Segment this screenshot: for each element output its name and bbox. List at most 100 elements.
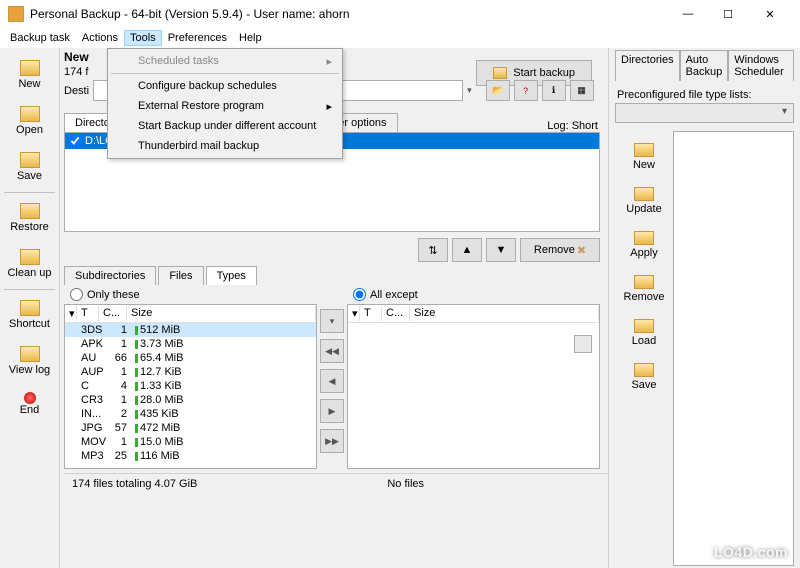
menu-bar: Backup task Actions Tools Preferences He… <box>0 28 800 48</box>
log-label[interactable]: Log: Short <box>547 120 598 132</box>
move-down-button[interactable]: ▼ <box>486 238 516 262</box>
rp-load-button[interactable]: Load <box>630 315 658 351</box>
dest-browse-button[interactable]: 📂 <box>486 80 510 101</box>
viewlog-button[interactable]: View log <box>2 339 57 383</box>
rtab-directories[interactable]: Directories <box>615 50 680 81</box>
list-header: ▾TC...Size <box>65 305 316 323</box>
type-row[interactable]: APK13.73 MiB <box>65 337 316 351</box>
end-icon <box>24 392 36 404</box>
type-row[interactable]: MOV115.0 MiB <box>65 435 316 449</box>
menu-actions[interactable]: Actions <box>76 30 124 46</box>
rp-update-button[interactable]: Update <box>624 183 663 219</box>
radio-label: All except <box>370 289 418 301</box>
submenu-arrow-icon: ▸ <box>326 100 332 113</box>
left-toolbar: New Open Save Restore Clean up Shortcut … <box>0 48 60 568</box>
menu-separator <box>111 73 339 74</box>
viewlog-icon <box>20 346 40 362</box>
mi-configure-schedules[interactable]: Configure backup schedules <box>110 76 340 96</box>
mi-start-backup-diff-account[interactable]: Start Backup under different account <box>110 116 340 136</box>
subtab-files[interactable]: Files <box>158 266 203 285</box>
menu-help[interactable]: Help <box>233 30 268 46</box>
close-button[interactable]: ✕ <box>748 0 792 28</box>
type-row[interactable]: MP325116 MiB <box>65 449 316 463</box>
menu-tools[interactable]: Tools <box>124 30 162 46</box>
separator <box>4 192 55 193</box>
btn-label: Restore <box>10 221 49 233</box>
menu-backup-task[interactable]: Backup task <box>4 30 76 46</box>
type-row[interactable]: 3DS1512 MiB <box>65 323 316 337</box>
all-except-radio[interactable] <box>353 288 366 301</box>
menu-preferences[interactable]: Preferences <box>162 30 233 46</box>
mi-external-restore[interactable]: External Restore program ▸ <box>110 96 340 116</box>
rp-new-button[interactable]: New <box>631 139 657 175</box>
app-icon <box>8 6 24 22</box>
new-icon <box>634 143 654 157</box>
btn-label: New <box>18 78 40 90</box>
dest-extra-button[interactable]: ▦ <box>570 80 594 101</box>
title-bar: Personal Backup - 64-bit (Version 5.9.4)… <box>0 0 800 28</box>
move-up-button[interactable]: ▲ <box>452 238 482 262</box>
preconfigured-list[interactable] <box>673 131 794 566</box>
move-left-button[interactable]: ◀ <box>320 369 344 393</box>
start-backup-icon <box>493 67 507 79</box>
minimize-button[interactable]: — <box>668 0 708 28</box>
restore-icon <box>20 203 40 219</box>
preconfigured-label: Preconfigured file type lists: <box>615 81 794 103</box>
mi-thunderbird-backup[interactable]: Thunderbird mail backup <box>110 136 340 156</box>
move-all-right-button[interactable]: ◀◀ <box>320 339 344 363</box>
new-icon <box>20 60 40 76</box>
filter-button[interactable] <box>574 335 592 353</box>
dest-info-button[interactable]: ℹ <box>542 80 566 101</box>
subtab-subdirectories[interactable]: Subdirectories <box>64 266 156 285</box>
sort-button[interactable]: ⇅ <box>418 238 448 262</box>
btn-label: Apply <box>630 247 658 259</box>
btn-label: Remove <box>624 291 665 303</box>
mi-scheduled-tasks[interactable]: Scheduled tasks▸ <box>110 51 340 71</box>
btn-label: Clean up <box>7 267 51 279</box>
btn-label: Save <box>631 379 656 391</box>
footer-right: No files <box>387 478 424 490</box>
type-row[interactable]: AU6665.4 MiB <box>65 351 316 365</box>
remove-button[interactable]: Remove✖ <box>520 238 600 262</box>
rtab-auto-backup[interactable]: Auto Backup <box>680 50 729 81</box>
rp-apply-button[interactable]: Apply <box>628 227 660 263</box>
watermark: LO4D.com <box>714 544 788 560</box>
type-row[interactable]: IN...2435 KiB <box>65 407 316 421</box>
directory-checkbox[interactable] <box>69 135 81 147</box>
btn-label: Save <box>17 170 42 182</box>
all-except-list[interactable]: ▾TC...Size <box>347 304 600 469</box>
end-button[interactable]: End <box>2 385 57 423</box>
only-these-radio[interactable] <box>70 288 83 301</box>
save-icon <box>20 152 40 168</box>
type-row[interactable]: AUP112.7 KiB <box>65 365 316 379</box>
destination-label: Desti <box>64 85 89 97</box>
rp-remove-button[interactable]: Remove <box>622 271 667 307</box>
type-row[interactable]: C41.33 KiB <box>65 379 316 393</box>
subtab-types[interactable]: Types <box>206 266 257 285</box>
restore-button[interactable]: Restore <box>2 196 57 240</box>
move-far-right-button[interactable]: ▶▶ <box>320 429 344 453</box>
only-these-list[interactable]: ▾TC...Size 3DS1512 MiBAPK13.73 MiBAU6665… <box>64 304 317 469</box>
maximize-button[interactable]: ☐ <box>708 0 748 28</box>
type-row[interactable]: CR3128.0 MiB <box>65 393 316 407</box>
new-button[interactable]: New <box>2 53 57 97</box>
mi-label: Scheduled tasks <box>138 55 219 67</box>
type-row[interactable]: JPG57472 MiB <box>65 421 316 435</box>
open-button[interactable]: Open <box>2 99 57 143</box>
btn-label: Start backup <box>513 67 575 79</box>
dropdown-arrow-icon[interactable]: ▾ <box>467 85 472 96</box>
btn-label: Remove <box>534 244 575 256</box>
move-right-button[interactable]: ▶ <box>320 399 344 423</box>
shortcut-button[interactable]: Shortcut <box>2 293 57 337</box>
btn-label: Shortcut <box>9 318 50 330</box>
cleanup-button[interactable]: Clean up <box>2 242 57 286</box>
dest-help-button[interactable]: ? <box>514 80 538 101</box>
mi-label: External Restore program <box>138 100 264 112</box>
window-title: Personal Backup - 64-bit (Version 5.9.4)… <box>30 7 668 21</box>
save-button[interactable]: Save <box>2 145 57 189</box>
task-name-label: New <box>64 50 89 64</box>
rtab-windows-scheduler[interactable]: Windows Scheduler <box>728 50 794 81</box>
move-all-left-button[interactable]: ▾ <box>320 309 344 333</box>
rp-save-button[interactable]: Save <box>629 359 658 395</box>
preconfigured-select[interactable] <box>615 103 794 123</box>
